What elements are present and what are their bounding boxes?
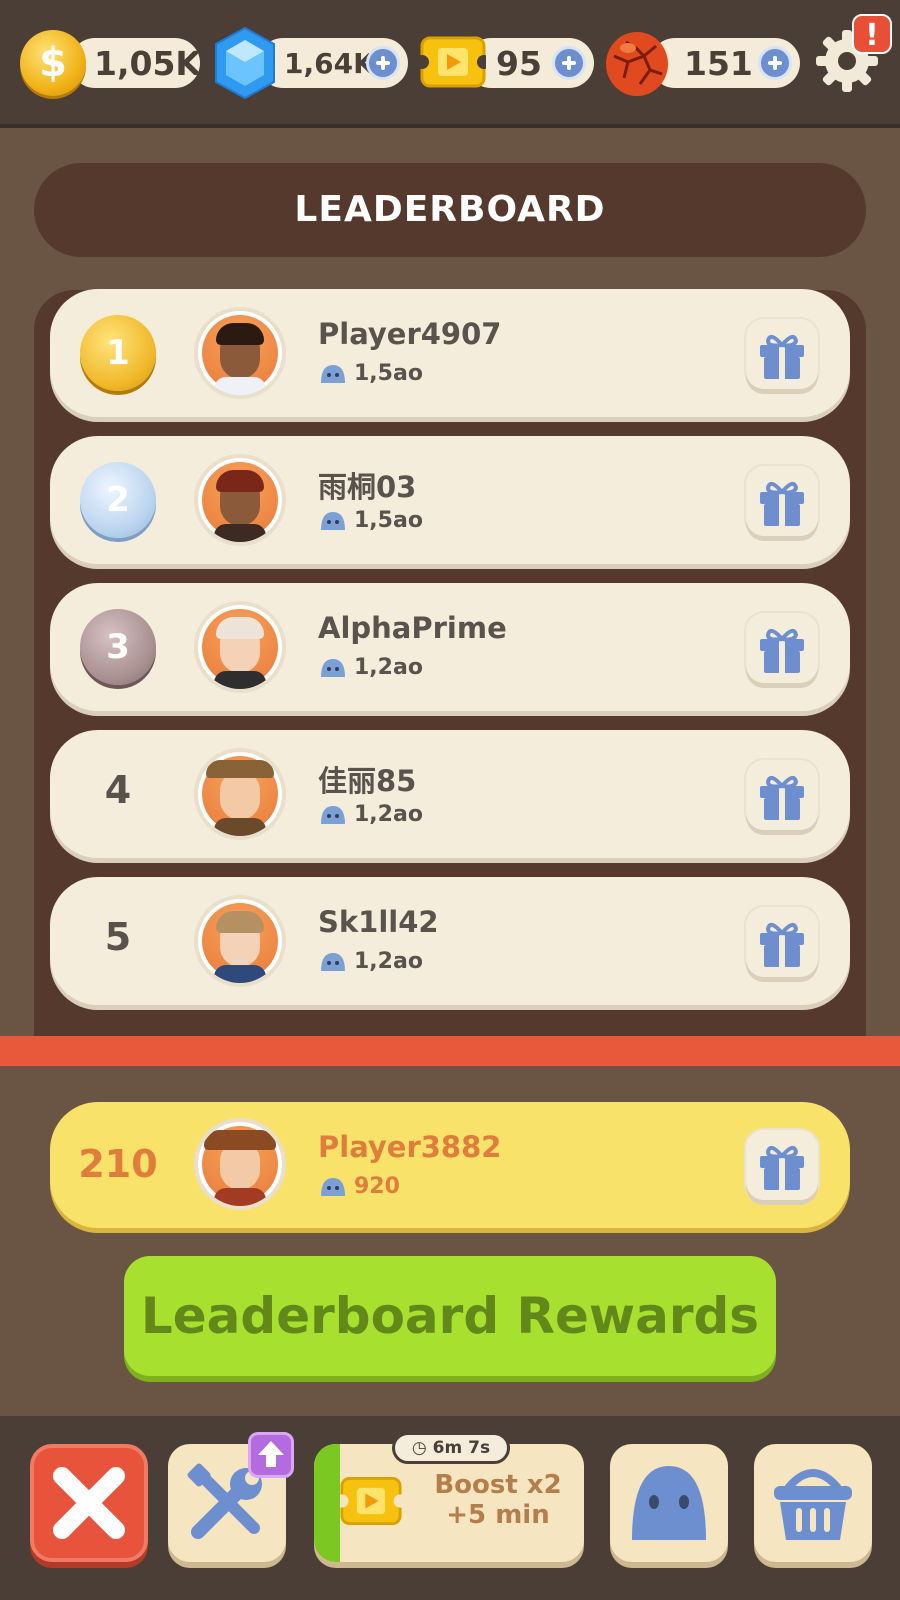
avatar [194,454,286,546]
silver-medal-icon: 2 [80,462,156,538]
player-score: 1,5ao [354,508,423,533]
settings-alert-badge: ! [852,14,892,54]
lava-counter: 151 [650,38,800,88]
rank-number: 5 [104,915,132,959]
avatar [194,1118,286,1210]
monsters-button[interactable] [610,1444,728,1562]
leaderboard-row-1[interactable]: 1 Player4907 1,5ao [50,289,850,417]
monster-icon [321,953,345,971]
gems-value: 1,64K [284,47,375,80]
player-name: Player4907 [318,317,502,351]
basket-icon [774,1469,852,1540]
my-player-score: 920 [354,1174,400,1199]
player-score: 1,2ao [354,802,423,827]
monster-icon [321,806,345,824]
add-tickets-button[interactable] [552,46,586,80]
ticket-icon [420,36,486,88]
leaderboard-row-5[interactable]: 5 Sk1ll42 1,2ao [50,877,850,1005]
boost-progress [314,1444,340,1562]
timer-value: 6m 7s [432,1438,491,1458]
player-name: 佳丽85 [318,764,417,798]
background-strip [0,1036,900,1066]
gift-icon [760,628,804,673]
player-score: 1,2ao [354,655,423,680]
gift-button[interactable] [746,1130,818,1200]
gem-icon [215,26,275,100]
boost-line-1: Boost x2 [434,1470,562,1500]
lava-rock-icon [606,32,668,96]
gift-icon [760,1145,804,1190]
monster-icon [321,512,345,530]
gift-icon [760,922,804,967]
my-rank-row[interactable]: 210 Player3882 920 [50,1102,850,1228]
player-name: Sk1ll42 [318,905,439,939]
player-score: 1,5ao [354,361,423,386]
player-name: 雨桐03 [318,470,417,504]
leaderboard-row-2[interactable]: 2 雨桐03 1,5ao [50,436,850,564]
add-lava-button[interactable] [758,46,792,80]
gold-medal-icon: 1 [80,315,156,391]
coins-counter: 1,05K [70,38,201,88]
gift-button[interactable] [746,907,818,977]
gift-icon [760,334,804,379]
gift-button[interactable] [746,466,818,536]
tickets-value: 95 [496,44,542,83]
avatar [194,895,286,987]
leaderboard-rewards-button[interactable]: Leaderboard Rewards [124,1256,776,1376]
top-resource-bar: 1,05K $ 1,64K 95 151 ! [0,0,900,128]
gift-button[interactable] [746,760,818,830]
ticket-icon [340,1477,402,1525]
my-rank-number: 210 [78,1142,158,1186]
bronze-medal-icon: 3 [80,609,156,685]
gift-icon [760,775,804,820]
upgrade-arrow-icon [248,1432,294,1478]
monster-icon [321,365,345,383]
avatar [194,748,286,840]
gift-icon [760,481,804,526]
avatar [194,307,286,399]
close-button[interactable] [30,1444,148,1562]
gift-button[interactable] [746,319,818,389]
close-icon [53,1467,125,1539]
monster-icon [632,1466,706,1540]
leaderboard-row-3[interactable]: 3 AlphaPrime 1,2ao [50,583,850,711]
gems-counter: 1,64K [258,38,408,88]
my-player-name: Player3882 [318,1130,502,1164]
player-score: 1,2ao [354,949,423,974]
rank-number: 4 [104,768,132,812]
shop-button[interactable] [754,1444,872,1562]
add-gems-button[interactable] [366,46,400,80]
coins-value: 1,05K [94,44,201,83]
page-title: LEADERBOARD [34,163,866,257]
leaderboard-row-4[interactable]: 4 佳丽85 1,2ao [50,730,850,858]
coin-icon: $ [20,30,86,96]
lava-value: 151 [684,44,753,83]
player-name: AlphaPrime [318,611,507,645]
boost-line-2: +5 min [446,1500,550,1530]
avatar [194,601,286,693]
boost-timer: ◷ 6m 7s [392,1432,510,1464]
monster-icon [321,659,345,677]
stopwatch-icon: ◷ [411,1438,433,1458]
gift-button[interactable] [746,613,818,683]
monster-icon [321,1178,345,1196]
boost-label: Boost x2 +5 min [418,1470,578,1530]
